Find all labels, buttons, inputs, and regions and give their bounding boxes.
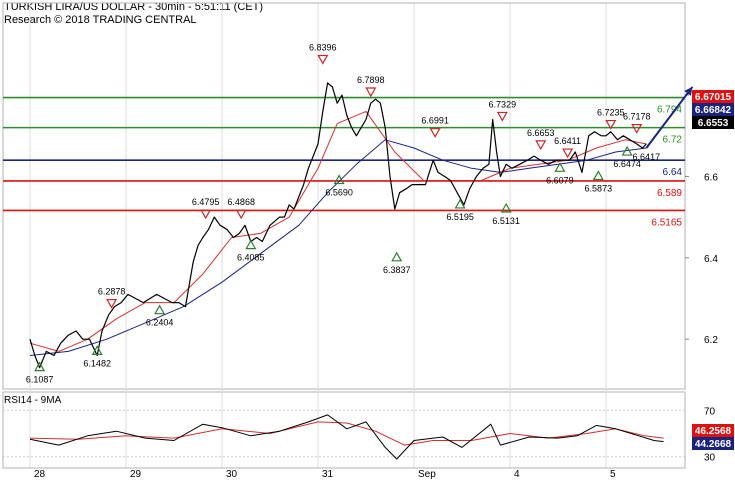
low-marker (245, 239, 257, 250)
low-label: 6.5690 (325, 188, 353, 198)
high-label: 6.6991 (421, 116, 449, 126)
high-marker (535, 140, 547, 151)
high-label: 6.6411 (554, 136, 581, 146)
high-label: 6.6653 (527, 128, 555, 138)
low-label: 6.2404 (146, 318, 174, 328)
price-tag-label: 6.67015 (695, 92, 732, 103)
high-label: 6.7898 (357, 75, 385, 85)
price-line (29, 82, 647, 369)
high-marker (200, 209, 212, 220)
y-tick-label: 6.2 (704, 335, 718, 346)
low-marker (391, 251, 403, 262)
level-label: 6.64 (663, 167, 683, 178)
low-label: 6.5131 (492, 216, 520, 226)
level-label: 6.72 (663, 135, 683, 146)
high-marker (429, 128, 441, 138)
rsi-tick-label: 30 (704, 453, 716, 464)
high-label: 6.7235 (597, 108, 625, 118)
low-label: 6.3837 (383, 265, 411, 275)
x-tick-label: 28 (34, 469, 46, 480)
x-tick-label: 30 (226, 469, 238, 480)
low-marker (333, 174, 345, 185)
high-label: 6.7329 (489, 99, 517, 109)
low-label: 6.1087 (26, 375, 54, 385)
high-label: 6.4868 (227, 197, 255, 207)
high-marker (317, 54, 329, 65)
price-tag-label: 6.6553 (698, 118, 729, 129)
low-label: 6.6079 (546, 175, 574, 185)
high-marker (562, 148, 574, 159)
x-tick-label: 5 (610, 469, 616, 480)
low-marker (154, 304, 166, 315)
rsi-value-label: 46.2568 (695, 426, 732, 437)
high-marker (496, 111, 508, 122)
x-tick-label: 29 (130, 469, 142, 480)
y-tick-label: 6.4 (704, 254, 718, 265)
low-label: 6.4085 (237, 253, 265, 263)
moving-average-fast (29, 110, 647, 352)
rsi-tick-label: 70 (704, 406, 716, 417)
high-label: 6.8396 (309, 42, 337, 52)
low-marker (592, 170, 604, 181)
x-tick-label: 4 (514, 469, 520, 480)
high-label: 6.2878 (98, 287, 126, 297)
y-tick-label: 6.6 (704, 172, 718, 183)
high-label: 6.4795 (192, 197, 220, 207)
high-marker (365, 87, 377, 98)
rsi-title: RSI14 - 9MA (4, 395, 62, 406)
rsi-line (29, 414, 664, 460)
high-marker (631, 124, 643, 134)
price-chart: 28293031Sep456.86.66.46.26.7946.726.646.… (2, 2, 734, 480)
low-label: 6.5873 (585, 183, 613, 193)
moving-average-slow (29, 139, 647, 356)
level-label: 6.5165 (651, 217, 682, 228)
price-tag-label: 6.66842 (695, 105, 732, 116)
price-label: 6.6417 (633, 152, 661, 162)
low-label: 6.1482 (83, 358, 111, 368)
rsi-value-label: 44.2668 (695, 439, 732, 450)
level-label: 6.589 (657, 188, 682, 199)
x-tick-label: Sep (418, 469, 436, 480)
x-tick-label: 31 (322, 469, 334, 480)
low-label: 6.5195 (446, 212, 474, 222)
high-label: 6.7178 (623, 112, 651, 122)
high-marker (235, 209, 247, 220)
